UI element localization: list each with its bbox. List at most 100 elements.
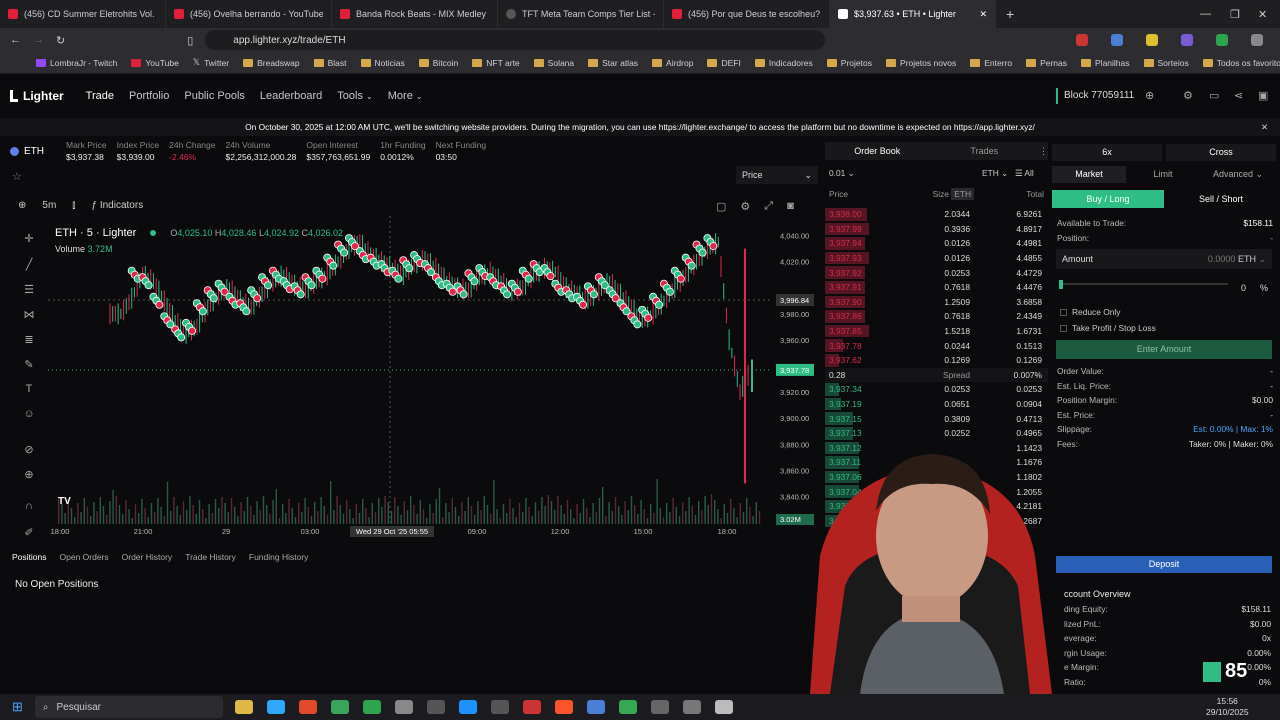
app-icon[interactable] [522,700,541,714]
ask-row[interactable]: 3,937.78 0.0244 0.1513 [825,338,1048,353]
url-input[interactable]: app.lighter.xyz/trade/ETH [205,30,826,50]
tpsl-checkbox[interactable]: Take Profit / Stop Loss [1060,323,1156,333]
bookmark-folder[interactable]: Projetos novos [885,58,956,68]
globe-icon[interactable]: ⊕ [1145,89,1154,102]
extension-icon[interactable] [1111,34,1123,46]
taskbar-clock[interactable]: 15:56 29/10/2025 [1206,696,1249,718]
tab-trades[interactable]: Trades [930,146,1039,156]
ask-row[interactable]: 3,937.86 0.7618 2.4349 [825,309,1048,324]
bookmark-folder[interactable]: Planilhas [1081,58,1130,68]
bookmark-folder[interactable]: Noticias [360,58,405,68]
browser-tab-2[interactable]: (456) Ovelha berrando - YouTube [166,0,332,28]
bookmark-item[interactable]: 𝕏 Twitter [193,57,229,68]
bookmark-folder[interactable]: Breadswap [243,58,300,68]
bid-row[interactable]: 3,937.34 0.0253 0.0253 [825,382,1048,397]
app-icon[interactable] [298,700,317,714]
app-icon[interactable] [426,700,445,714]
summary-value[interactable]: Est: 0.00% | Max: 1% [1193,424,1273,434]
bookmark-folder[interactable]: Pernas [1026,58,1067,68]
nav-trade[interactable]: Trade [86,90,114,102]
close-window-icon[interactable]: ✕ [1258,8,1267,21]
bookmark-folder[interactable]: Indicadores [754,58,813,68]
app-icon[interactable] [330,700,349,714]
bookmark-folder[interactable]: DEFI [707,58,741,68]
close-banner-icon[interactable]: ✕ [1261,122,1268,132]
app-icon[interactable] [362,700,381,714]
bookmark-folder[interactable]: NFT arte [472,58,520,68]
deposit-button[interactable]: Deposit [1056,556,1272,573]
app-icon[interactable] [394,700,413,714]
market-selector[interactable]: ETH [10,146,56,157]
bookmark-folder[interactable]: Blast [313,58,347,68]
tab-positions[interactable]: Positions [12,552,47,566]
photoshop-icon[interactable] [266,700,285,714]
bookmark-folder[interactable]: Projetos [826,58,872,68]
browser-tab-3[interactable]: Banda Rock Beats - MIX Medley Reg [332,0,498,28]
close-tab-icon[interactable]: ✕ [979,9,987,20]
extension-icon[interactable] [1251,34,1263,46]
buy-long-button[interactable]: Buy / Long [1052,190,1164,208]
bookmark-folder[interactable]: Enterro [970,58,1012,68]
ask-row[interactable]: 3,937.62 0.1269 0.1269 [825,353,1048,368]
brave-icon[interactable] [554,700,573,714]
tab-advanced[interactable]: Advanced ⌄ [1200,166,1276,183]
bid-row[interactable]: 3,937.15 0.3809 0.4713 [825,411,1048,426]
slider-handle[interactable] [1059,280,1063,289]
tab-funding-history[interactable]: Funding History [249,552,309,566]
bookmark-folder[interactable]: Airdrop [652,58,693,68]
windows-start-icon[interactable]: ⊞ [12,699,23,715]
ask-row[interactable]: 3,937.99 0.3936 4.8917 [825,222,1048,237]
settings-icon[interactable]: ⚙ [1183,89,1193,102]
bookmark-folder[interactable]: Sorteios [1143,58,1189,68]
bid-row[interactable]: 3,937.19 0.0651 0.0904 [825,397,1048,412]
browser-tab-active[interactable]: $3,937.63 • ETH • Lighter ✕ [830,0,996,28]
maximize-icon[interactable]: ❐ [1230,8,1240,21]
layout-icon[interactable]: ▣ [1258,89,1268,102]
enter-amount-button[interactable]: Enter Amount [1056,340,1272,359]
leverage-button[interactable]: 6x [1052,144,1162,161]
tab-limit[interactable]: Limit [1126,166,1200,183]
app-icon[interactable] [490,700,509,714]
extension-icon[interactable] [1216,34,1228,46]
calculator-icon[interactable] [682,700,701,714]
margin-mode-button[interactable]: Cross [1166,144,1276,161]
nav-portfolio[interactable]: Portfolio [129,90,169,102]
all-bookmarks[interactable]: Todos os favoritos [1202,58,1280,68]
extension-icon[interactable] [1181,34,1193,46]
bookmark-page-icon[interactable]: ▯ [187,34,193,47]
reduce-only-checkbox[interactable]: Reduce Only [1060,307,1120,317]
star-icon[interactable]: ☆ [12,170,22,183]
chat-icon[interactable]: ▭ [1209,89,1219,102]
price-select[interactable]: Price ⌄ [736,166,818,184]
tab-order-history[interactable]: Order History [122,552,173,566]
nav-more[interactable]: More ⌄ [388,90,423,102]
ask-row[interactable]: 3,937.93 0.0126 4.4855 [825,251,1048,266]
unit-select[interactable]: ETH ⌄ [982,168,1008,178]
app-icon[interactable] [650,700,669,714]
app-icon[interactable] [458,700,477,714]
tick-size-select[interactable]: 0.01 ⌄ [829,168,855,178]
sell-short-button[interactable]: Sell / Short [1166,190,1276,208]
price-chart[interactable]: 4,040.00 4,020.00 3,980.00 3,960.00 3,920.00… [0,196,822,544]
browser-tab-4[interactable]: TFT Meta Team Comps Tier List - Tea [498,0,664,28]
browser-tab-1[interactable]: (456) CD Summer Eletrohits Vol. 3 CC [0,0,166,28]
tab-market[interactable]: Market [1052,166,1126,183]
nav-tools[interactable]: Tools ⌄ [337,90,372,102]
ask-row[interactable]: 3,937.94 0.0126 4.4981 [825,236,1048,251]
ask-row[interactable]: 3,937.91 0.7618 4.4476 [825,280,1048,295]
new-tab-icon[interactable]: + [1006,6,1014,22]
ask-row[interactable]: 3,937.92 0.0253 4.4729 [825,265,1048,280]
extension-icon[interactable] [1146,34,1158,46]
reload-icon[interactable]: ↻ [56,34,65,47]
tab-trade-history[interactable]: Trade History [185,552,236,566]
minimize-icon[interactable]: — [1200,8,1211,20]
forward-icon[interactable]: → [33,34,44,46]
lighter-logo[interactable]: Lighter [10,89,64,103]
bookmark-folder[interactable]: Solana [533,58,574,68]
app-icon[interactable] [586,700,605,714]
bookmark-folder[interactable]: Bitcoin [418,58,458,68]
tab-open-orders[interactable]: Open Orders [60,552,109,566]
tab-order-book[interactable]: Order Book [825,146,930,156]
nav-public-pools[interactable]: Public Pools [184,90,245,102]
browser-tab-5[interactable]: (456) Por que Deus te escolheu? | De [664,0,830,28]
